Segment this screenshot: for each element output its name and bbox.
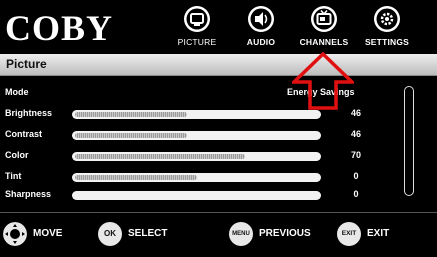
slider-fill bbox=[75, 154, 245, 159]
setting-value: 46 bbox=[350, 129, 361, 139]
setting-row-color[interactable]: Color 70 bbox=[0, 147, 400, 167]
nav-label-audio: AUDIO bbox=[246, 37, 276, 47]
tv-menu-screen: COBY PICTURE AUDIO CHANNELS SETTINGS Pic… bbox=[0, 0, 437, 257]
exit-icon: EXIT bbox=[337, 222, 361, 246]
setting-value: 0 bbox=[353, 171, 359, 181]
list-scrollbar[interactable] bbox=[404, 86, 414, 196]
tint-slider[interactable] bbox=[72, 173, 321, 182]
settings-icon bbox=[374, 6, 400, 32]
nav-label-settings: SETTINGS bbox=[364, 37, 410, 47]
setting-label: Color bbox=[5, 150, 29, 160]
nav-settings[interactable]: SETTINGS bbox=[357, 4, 417, 47]
setting-value: 0 bbox=[353, 189, 359, 199]
setting-label: Contrast bbox=[5, 129, 43, 139]
setting-row-tint[interactable]: Tint 0 bbox=[0, 168, 400, 188]
nav-label-picture: PICTURE bbox=[177, 37, 217, 47]
setting-label: Sharpness bbox=[5, 189, 52, 199]
move-label: MOVE bbox=[33, 228, 63, 239]
previous-label: PREVIOUS bbox=[259, 228, 311, 239]
nav-audio[interactable]: AUDIO bbox=[231, 4, 291, 47]
picture-icon bbox=[184, 6, 210, 32]
annotation-arrow-icon bbox=[292, 52, 354, 110]
nav-picture[interactable]: PICTURE bbox=[167, 4, 227, 47]
brand-logo: COBY bbox=[5, 8, 114, 48]
section-title-bar: Picture bbox=[0, 54, 437, 76]
contrast-slider[interactable] bbox=[72, 131, 321, 140]
slider-fill bbox=[75, 175, 197, 180]
channels-icon bbox=[311, 6, 337, 32]
select-label: SELECT bbox=[128, 228, 168, 239]
setting-label: Tint bbox=[5, 171, 22, 181]
menu-icon: MENU bbox=[229, 222, 253, 246]
setting-row-sharpness[interactable]: Sharpness 0 bbox=[0, 186, 400, 206]
setting-row-contrast[interactable]: Contrast 46 bbox=[0, 126, 400, 146]
nav-label-channels: CHANNELS bbox=[299, 37, 349, 47]
nav-channels[interactable]: CHANNELS bbox=[294, 4, 354, 47]
dpad-icon bbox=[3, 222, 27, 246]
section-title: Picture bbox=[6, 57, 47, 71]
setting-label: Brightness bbox=[5, 108, 53, 118]
audio-icon bbox=[248, 6, 274, 32]
setting-value: 70 bbox=[350, 150, 361, 160]
exit-label: EXIT bbox=[367, 228, 390, 239]
ok-icon: OK bbox=[98, 222, 122, 246]
setting-label: Mode bbox=[5, 87, 29, 97]
sharpness-slider[interactable] bbox=[72, 191, 321, 200]
footer-divider bbox=[0, 212, 437, 213]
slider-fill bbox=[75, 133, 187, 138]
slider-fill bbox=[75, 112, 187, 117]
color-slider[interactable] bbox=[72, 152, 321, 161]
brightness-slider[interactable] bbox=[72, 110, 321, 119]
